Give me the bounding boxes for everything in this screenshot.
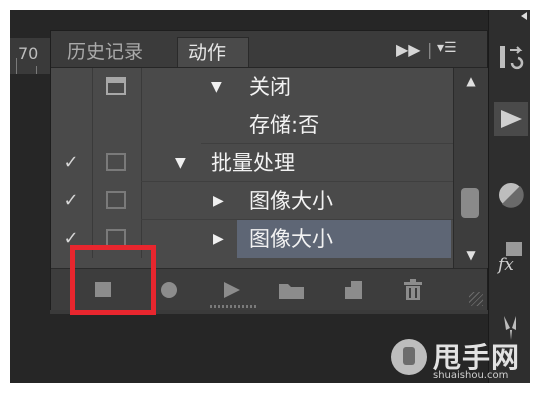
history-dock-button[interactable] — [494, 40, 528, 74]
history-icon — [500, 46, 524, 70]
record-button[interactable] — [151, 275, 187, 305]
action-label: 图像大小 — [249, 189, 333, 213]
actions-list: ▼ 关闭 存储:否 ✓ ▼ 批量处理 ✓ ▶ 图像大小 ✓ ▶ 图像大小 — [51, 68, 453, 268]
item-toggle-check[interactable] — [51, 106, 91, 144]
scroll-thumb[interactable] — [461, 188, 479, 218]
stop-button-highlight — [70, 245, 156, 315]
dialog-off-icon — [106, 191, 126, 209]
watermark-domain: shuaishou.com — [433, 370, 509, 381]
right-dock: fx — [488, 10, 530, 383]
action-label: 图像大小 — [249, 227, 333, 251]
panel-menu-icon[interactable]: ▾☰ — [437, 40, 457, 56]
svg-text:fx: fx — [496, 255, 514, 274]
new-action-button[interactable] — [335, 275, 371, 305]
trash-icon — [404, 279, 422, 300]
styles-dock-button[interactable]: fx — [494, 240, 528, 275]
adjustments-dock-button[interactable] — [494, 178, 528, 212]
action-set-label: 批量处理 — [211, 151, 295, 175]
tab-actions[interactable]: 动作 — [177, 37, 249, 67]
arrow-left-icon[interactable] — [517, 10, 530, 22]
fx-icon: fx — [496, 242, 522, 275]
item-dialog-toggle[interactable] — [92, 144, 142, 182]
collapse-panel-icon[interactable]: ▶▶ — [396, 40, 421, 59]
play-button[interactable] — [213, 275, 249, 305]
item-toggle-check[interactable] — [51, 68, 91, 106]
item-dialog-toggle[interactable] — [92, 68, 142, 106]
expand-down-icon[interactable]: ▼ — [175, 144, 186, 182]
expand-right-icon[interactable]: ▶ — [213, 220, 224, 258]
ruler-label: 70 — [18, 44, 39, 63]
play-icon — [501, 110, 522, 128]
dialog-off-icon — [106, 153, 126, 171]
list-scrollbar[interactable]: ▲ ▼ — [453, 68, 488, 268]
ruler-tick — [36, 66, 37, 74]
item-dialog-toggle[interactable] — [92, 182, 142, 220]
action-label: 关闭 — [249, 75, 291, 99]
item-toggle-check[interactable]: ✓ — [51, 144, 91, 182]
play-icon — [224, 282, 240, 298]
panel-tab-bar: 历史记录 动作 ▶▶ | ▾☰ — [51, 31, 487, 68]
item-dialog-toggle[interactable] — [92, 106, 142, 144]
scroll-up-icon[interactable]: ▲ — [454, 74, 488, 88]
expand-right-icon[interactable]: ▶ — [213, 182, 224, 220]
photoshop-window: 70 历史记录 动作 ▶▶ | ▾☰ ▼ 关闭 存储:否 ✓ ▼ 批量处理 ✓ … — [10, 10, 530, 383]
item-toggle-check[interactable]: ✓ — [51, 182, 91, 220]
delete-button[interactable] — [395, 275, 431, 305]
tab-divider: | — [427, 40, 433, 59]
watermark-logo-icon — [391, 339, 427, 375]
list-item[interactable]: ✓ ▶ 图像大小 — [51, 182, 453, 220]
tab-history[interactable]: 历史记录 — [57, 37, 169, 67]
expand-down-icon[interactable]: ▼ — [211, 68, 222, 106]
site-watermark: 甩手网 shuaishou.com — [386, 332, 534, 384]
actions-dock-button[interactable] — [494, 102, 528, 136]
ruler-tick — [16, 58, 17, 74]
scroll-down-icon[interactable]: ▼ — [454, 248, 488, 262]
list-item[interactable]: ▼ 关闭 — [51, 68, 453, 106]
panel-drag-grip[interactable] — [210, 305, 258, 308]
new-set-button[interactable] — [273, 275, 309, 305]
list-item[interactable]: ✓ ▼ 批量处理 — [51, 144, 453, 182]
ruler: 70 — [10, 38, 51, 74]
resize-grip[interactable] — [469, 292, 483, 306]
dialog-on-icon — [106, 77, 126, 95]
record-icon — [161, 282, 177, 298]
folder-icon — [279, 284, 304, 299]
adjustment-icon — [499, 183, 524, 208]
new-action-icon — [345, 281, 362, 299]
action-label: 存储:否 — [249, 113, 320, 137]
list-item[interactable]: 存储:否 — [51, 106, 453, 144]
